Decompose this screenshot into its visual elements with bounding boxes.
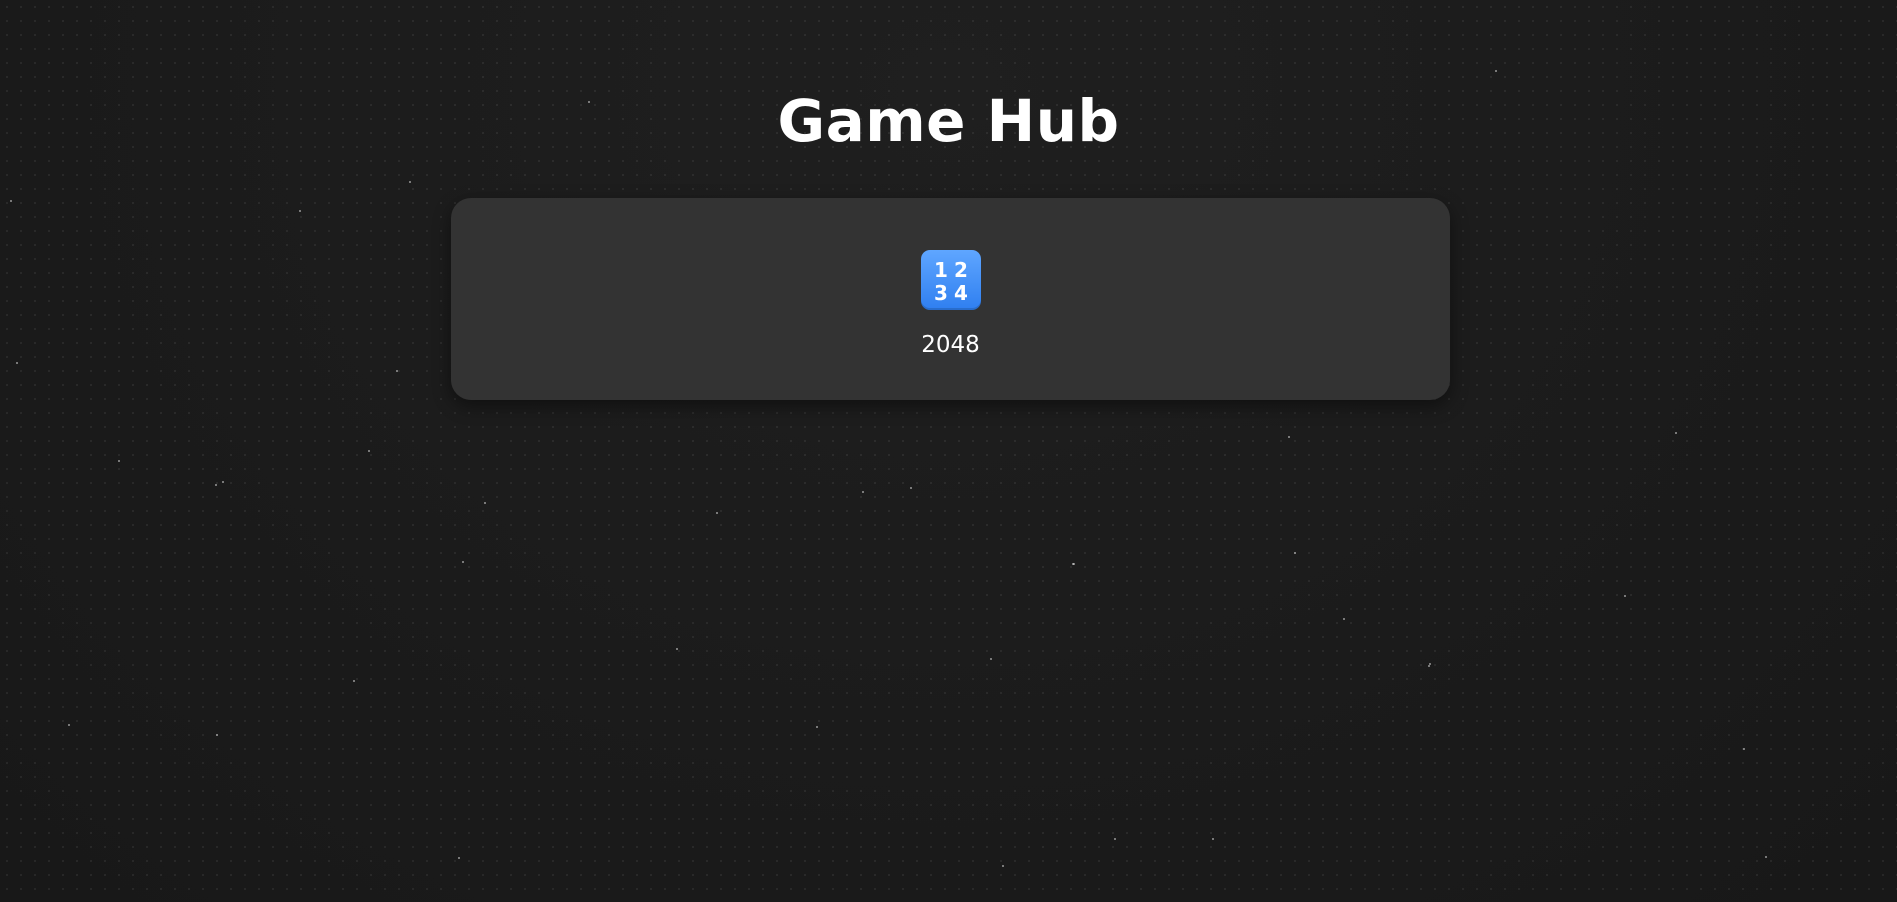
star-dot (299, 210, 301, 212)
star-dot (409, 181, 411, 183)
star-dot (1429, 663, 1431, 665)
star-dot (676, 648, 678, 650)
star-dot (1114, 838, 1116, 840)
star-dot (353, 680, 355, 682)
star-dot (1428, 665, 1430, 667)
icon-glyph: 4 (954, 281, 968, 305)
star-dot (215, 484, 217, 486)
star-dot (484, 502, 486, 504)
star-dot (368, 450, 370, 452)
star-dot (1675, 432, 1677, 434)
star-dot (1765, 856, 1767, 858)
star-dot (1072, 563, 1074, 565)
star-dot (458, 857, 460, 859)
star-dot (1343, 618, 1345, 620)
icon-glyph: 1 (934, 258, 948, 282)
game-tile-2048[interactable]: 1 2 3 4 2048 (896, 250, 1006, 358)
star-dot (118, 460, 120, 462)
star-dot (1073, 563, 1075, 565)
star-dot (990, 658, 992, 660)
icon-glyph: 3 (934, 281, 948, 305)
star-dot (396, 370, 398, 372)
game-label: 2048 (921, 332, 980, 358)
star-dot (716, 512, 718, 514)
star-dot (68, 724, 70, 726)
page-title: Game Hub (777, 87, 1120, 155)
star-dot (1624, 595, 1626, 597)
star-dot (1294, 552, 1296, 554)
star-dot (1002, 865, 1004, 867)
star-dot (1743, 748, 1745, 750)
star-dot (1212, 838, 1214, 840)
icon-glyph: 2 (954, 258, 968, 282)
star-dot (1495, 70, 1497, 72)
numbers-1234-icon: 1 2 3 4 (920, 250, 981, 310)
star-dot (10, 200, 12, 202)
games-panel: 1 2 3 4 2048 (451, 198, 1450, 400)
star-dot (462, 561, 464, 563)
star-dot (222, 481, 224, 483)
star-dot (16, 362, 18, 364)
star-dot (862, 491, 864, 493)
star-dot (1288, 436, 1290, 438)
star-dot (216, 734, 218, 736)
star-dot (910, 487, 912, 489)
star-dot (816, 726, 818, 728)
